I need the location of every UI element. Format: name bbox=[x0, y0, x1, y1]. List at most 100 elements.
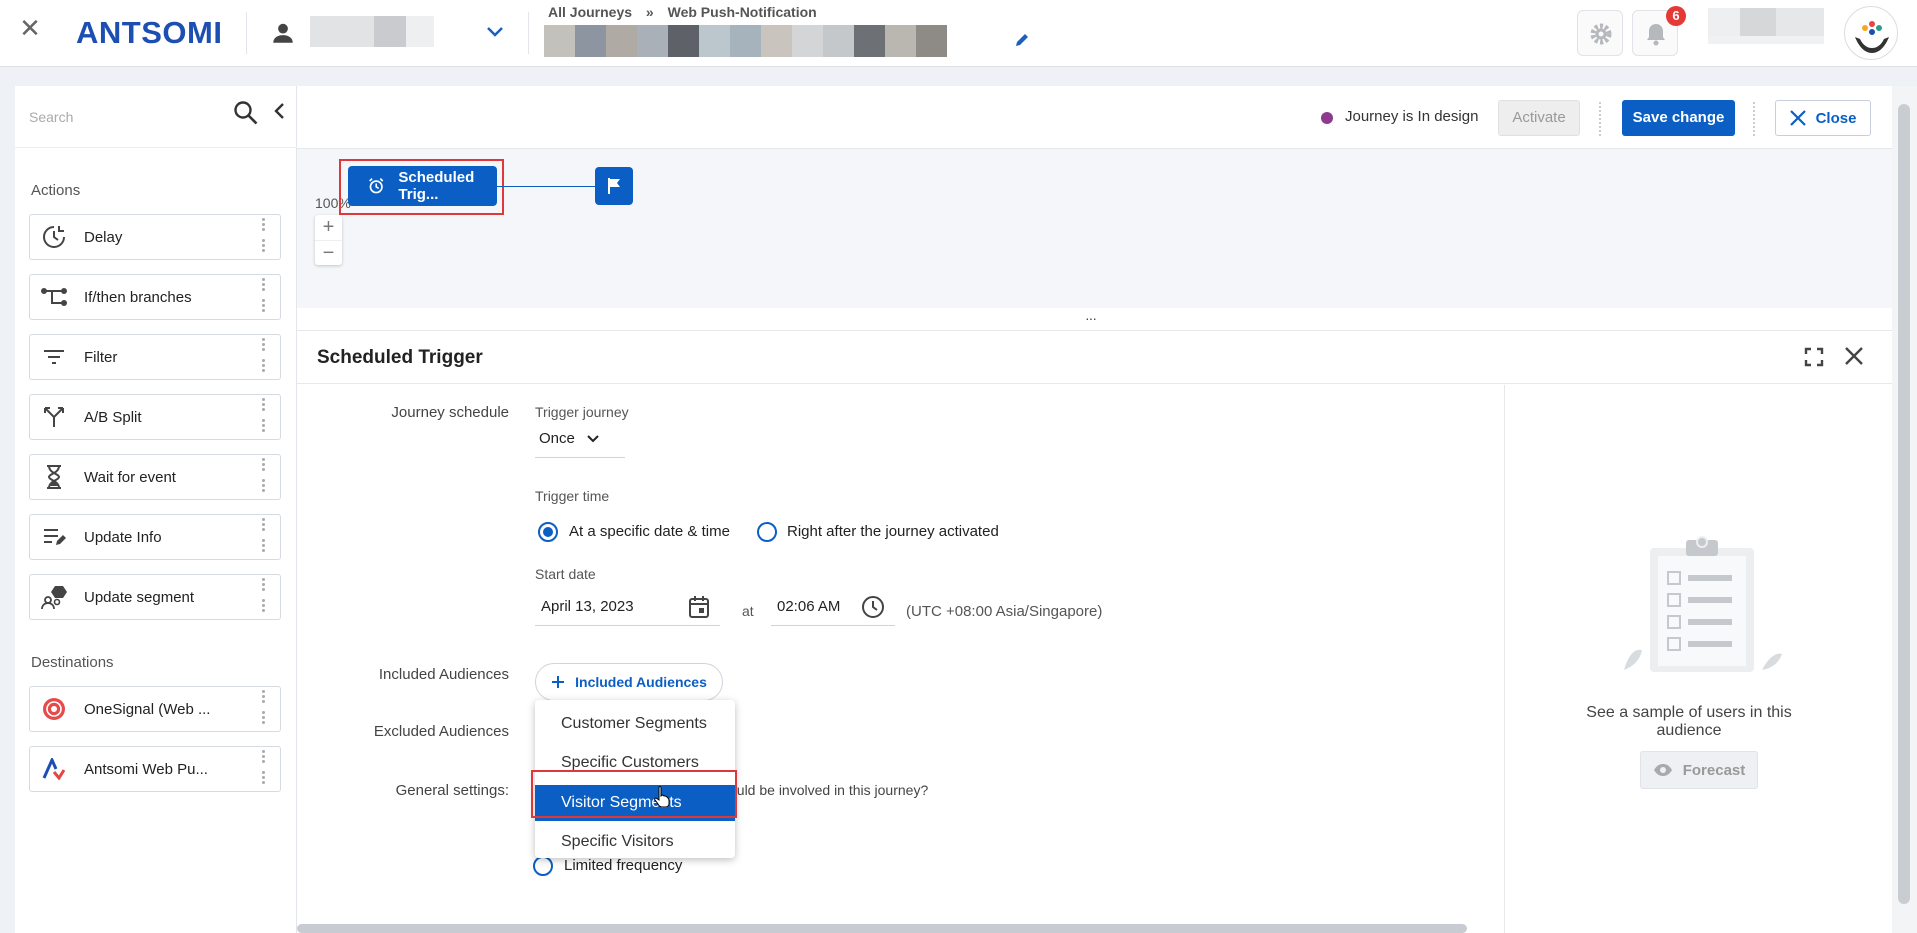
option-customer-segments[interactable]: Customer Segments bbox=[535, 706, 735, 742]
divider bbox=[1599, 102, 1601, 136]
chevron-down-icon bbox=[587, 434, 599, 442]
close-button[interactable]: Close bbox=[1775, 100, 1871, 136]
node-label: Wait for event bbox=[84, 468, 176, 486]
close-label: Close bbox=[1815, 109, 1857, 127]
breadcrumb: All Journeys » Web Push-Notification bbox=[548, 4, 827, 20]
drag-handle-icon[interactable] bbox=[262, 276, 272, 318]
node-ab-split[interactable]: A/B Split bbox=[29, 394, 281, 440]
split-icon bbox=[36, 403, 72, 431]
start-date-value: April 13, 2023 bbox=[541, 598, 634, 615]
start-date-input[interactable]: April 13, 2023 bbox=[535, 588, 720, 626]
filter-icon bbox=[36, 343, 72, 371]
gear-icon bbox=[1590, 23, 1612, 45]
time-input[interactable]: 02:06 AM bbox=[771, 588, 895, 626]
node-label: Antsomi Web Pu... bbox=[84, 760, 208, 778]
radio-after-activated-label: Right after the journey activated bbox=[787, 523, 999, 540]
node-delay[interactable]: Delay bbox=[29, 214, 281, 260]
eye-icon bbox=[1653, 764, 1672, 776]
vertical-scrollbar[interactable] bbox=[1898, 104, 1910, 904]
user-name-redacted bbox=[310, 16, 374, 47]
node-antsomi-web-push[interactable]: Antsomi Web Pu... bbox=[29, 746, 281, 792]
user-icon bbox=[273, 23, 293, 43]
account-redacted bbox=[1776, 8, 1824, 36]
drag-handle-icon[interactable] bbox=[262, 576, 272, 618]
trigger-journey-select[interactable]: Once bbox=[535, 420, 625, 458]
node-filter[interactable]: Filter bbox=[29, 334, 281, 380]
drag-handle-icon[interactable] bbox=[262, 456, 272, 498]
divider bbox=[246, 12, 247, 54]
forecast-button[interactable]: Forecast bbox=[1640, 751, 1758, 789]
search-icon[interactable] bbox=[233, 100, 259, 126]
trigger-time-label: Trigger time bbox=[535, 488, 610, 504]
branch-icon bbox=[36, 283, 72, 311]
included-audiences-button-label: Included Audiences bbox=[575, 674, 707, 690]
collapse-panel-icon[interactable] bbox=[273, 102, 285, 126]
included-audiences-button[interactable]: Included Audiences bbox=[535, 663, 723, 701]
start-date-label: Start date bbox=[535, 566, 596, 582]
panel-title: Scheduled Trigger bbox=[317, 347, 483, 368]
chevron-down-icon[interactable] bbox=[486, 22, 504, 43]
drag-handle-icon[interactable] bbox=[262, 688, 272, 730]
option-specific-visitors[interactable]: Specific Visitors bbox=[535, 824, 735, 860]
zoom-in-button[interactable]: + bbox=[315, 215, 342, 240]
account-redacted bbox=[1740, 8, 1776, 36]
journey-canvas[interactable]: 100% Scheduled Trig... + − bbox=[297, 149, 1892, 308]
search-input[interactable]: Search bbox=[29, 109, 73, 125]
breadcrumb-all-journeys[interactable]: All Journeys bbox=[548, 4, 632, 20]
fullscreen-icon[interactable] bbox=[1804, 347, 1824, 367]
included-audiences-label: Included Audiences bbox=[378, 666, 509, 683]
antsomi-icon bbox=[36, 755, 72, 783]
node-label: Update segment bbox=[84, 588, 195, 606]
editor-header: Journey is In design Activate Save chang… bbox=[297, 86, 1892, 149]
resize-handle[interactable]: ··· bbox=[1085, 310, 1097, 326]
activate-button[interactable]: Activate bbox=[1498, 100, 1580, 136]
zoom-out-button[interactable]: − bbox=[315, 240, 342, 266]
journey-status: Journey is In design bbox=[1345, 108, 1479, 125]
status-dot bbox=[1321, 112, 1333, 124]
segment-icon bbox=[36, 583, 72, 611]
antsomi-logo[interactable]: ANTSOMI bbox=[76, 15, 222, 51]
settings-button[interactable] bbox=[1577, 10, 1623, 56]
account-redacted bbox=[1708, 8, 1740, 36]
close-icon[interactable]: ✕ bbox=[18, 15, 42, 41]
close-panel-icon[interactable] bbox=[1843, 345, 1865, 367]
avatar[interactable] bbox=[1844, 6, 1898, 60]
drag-handle-icon[interactable] bbox=[262, 748, 272, 790]
radio-after-activated[interactable] bbox=[757, 522, 777, 542]
drag-handle-icon[interactable] bbox=[262, 396, 272, 438]
calendar-icon[interactable] bbox=[688, 595, 710, 619]
horizontal-scrollbar[interactable] bbox=[297, 924, 1467, 933]
drag-handle-icon[interactable] bbox=[262, 336, 272, 378]
node-label: Filter bbox=[84, 348, 118, 366]
close-icon bbox=[1789, 110, 1806, 126]
node-if-then-branches[interactable]: If/then branches bbox=[29, 274, 281, 320]
edit-list-icon bbox=[36, 523, 72, 551]
actions-section-title: Actions bbox=[31, 182, 81, 199]
excluded-audiences-label: Excluded Audiences bbox=[373, 723, 509, 740]
drag-handle-icon[interactable] bbox=[262, 216, 272, 258]
notification-badge: 6 bbox=[1666, 6, 1686, 26]
clock-icon[interactable] bbox=[861, 595, 885, 619]
edit-pencil-icon[interactable] bbox=[1014, 32, 1030, 53]
trigger-journey-label: Trigger journey bbox=[535, 404, 629, 420]
radio-specific-date[interactable] bbox=[538, 522, 558, 542]
node-update-info[interactable]: Update Info bbox=[29, 514, 281, 560]
divider bbox=[528, 12, 529, 54]
at-label: at bbox=[742, 603, 754, 619]
node-update-segment[interactable]: Update segment bbox=[29, 574, 281, 620]
sample-users-text: See a sample of users in this audience bbox=[1586, 704, 1792, 739]
general-settings-label: General settings: bbox=[395, 782, 509, 799]
node-label: A/B Split bbox=[84, 408, 142, 426]
delay-icon bbox=[36, 223, 72, 251]
node-wait-for-event[interactable]: Wait for event bbox=[29, 454, 281, 500]
zoom-controls: + − bbox=[315, 215, 342, 265]
highlight-box bbox=[339, 159, 504, 215]
divider bbox=[15, 147, 297, 148]
trigger-journey-value: Once bbox=[539, 430, 575, 447]
divider bbox=[1504, 385, 1505, 933]
journey-name-redacted[interactable] bbox=[544, 25, 947, 57]
end-node[interactable] bbox=[595, 167, 633, 205]
node-onesignal[interactable]: OneSignal (Web ... bbox=[29, 686, 281, 732]
drag-handle-icon[interactable] bbox=[262, 516, 272, 558]
save-change-button[interactable]: Save change bbox=[1622, 100, 1735, 136]
